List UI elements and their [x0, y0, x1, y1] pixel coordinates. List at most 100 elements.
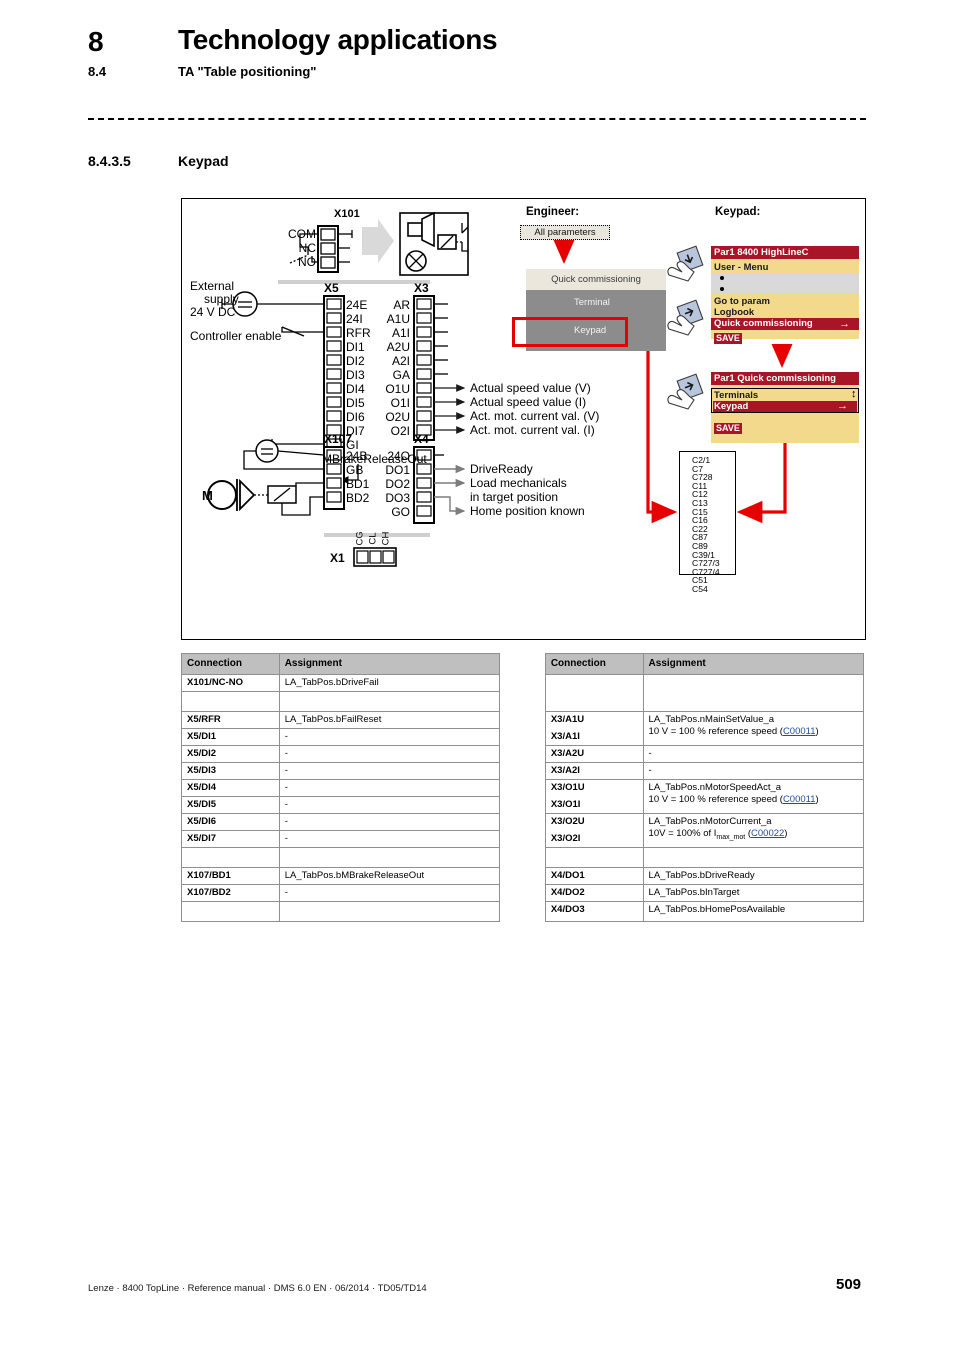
- x4-pin-24o: 24O: [387, 449, 410, 463]
- x3-pin-ar: AR: [393, 298, 410, 312]
- param-link[interactable]: C00022: [751, 828, 784, 839]
- scroll-updown-icon[interactable]: ↕: [851, 389, 857, 400]
- x107-pin-bd1: BD1: [346, 477, 370, 491]
- assignment-line-2: 10V = 100% of I: [648, 828, 717, 839]
- connection-assignment-table: Connection Assignment Connection Assignm…: [181, 653, 865, 922]
- cell-assignment: LA_TabPos.bHomePosAvailable: [642, 901, 865, 922]
- table-row: X5/DI6 - X3/O2U LA_TabPos.nMotorCurrent_…: [181, 813, 865, 848]
- terminal-label-x1: X1: [330, 551, 345, 565]
- keypad-screen1-highlighted-item[interactable]: Quick commissioning: [711, 318, 859, 330]
- terminal-label-x4: X4: [414, 432, 429, 446]
- cell-connection: X3/O2I: [544, 830, 644, 848]
- cell-connection: X3/A2U: [544, 745, 644, 763]
- keypad-screen2-item-terminals[interactable]: Terminals: [714, 390, 758, 401]
- x101-pin-no: NO: [298, 255, 316, 269]
- assignment-line-1: LA_TabPos.nMotorCurrent_a: [648, 816, 772, 827]
- keypad-screen2-arrow-icon: →: [837, 400, 848, 412]
- controller-enable-label: Controller enable: [190, 329, 282, 343]
- terminal-label-x5: X5: [324, 281, 339, 295]
- x1-pin-cl: CL: [367, 532, 379, 545]
- cell-connection: X3/A2I: [544, 762, 644, 780]
- hand-press-right-key-icon: [667, 299, 704, 336]
- cell-assignment: -: [278, 728, 501, 746]
- assignment-line-1: LA_TabPos.nMainSetValue_a: [648, 714, 775, 725]
- header-connection-left: Connection: [181, 653, 280, 675]
- cell-connection: X5/DI5: [181, 796, 280, 814]
- motor-symbol-label: M: [202, 488, 213, 503]
- cell-blank: [181, 847, 280, 868]
- external-supply-line-1: External: [190, 279, 235, 293]
- cell-assignment: [642, 674, 865, 712]
- cell-connection: X5/DI3: [181, 762, 280, 780]
- table-row: X5/DI2 - X3/A2U -: [181, 745, 865, 763]
- cell-blank: [278, 847, 501, 868]
- x5-pin-24i: 24I: [346, 312, 363, 326]
- x107-pin-24b: 24B: [346, 449, 368, 463]
- keypad-screen1-item-goto-param[interactable]: Go to param: [714, 296, 770, 307]
- terminal-label-x3: X3: [414, 281, 429, 295]
- x3-pin-a2u: A2U: [386, 340, 410, 354]
- keypad-screen2-highlighted-item[interactable]: Keypad: [713, 401, 857, 412]
- cell-connection: X107/BD2: [181, 884, 280, 902]
- chapter-title: Technology applications: [178, 24, 498, 55]
- keypad-screen-2: Par1 Quick commissioning Terminals Keypa…: [711, 372, 859, 443]
- keypad-bullet-2: [720, 287, 724, 291]
- x3-pin-o2u: O2U: [385, 410, 410, 424]
- figure-content: X101 COM NC NO External supply 24 V DC C…: [182, 199, 865, 639]
- cell-assignment: LA_TabPos.bMBrakeReleaseOut: [278, 867, 501, 885]
- cell-connection: X101/NC-NO: [181, 674, 280, 692]
- cell-assignment: LA_TabPos.bDriveReady: [642, 867, 865, 885]
- engineer-option-terminal[interactable]: Terminal: [526, 290, 666, 318]
- cell-connection: X107/BD1: [181, 867, 280, 885]
- x5-pin-di3: DI3: [346, 368, 365, 382]
- cell-assignment: -: [278, 745, 501, 763]
- footer-text: Lenze · 8400 TopLine · Reference manual …: [88, 1283, 427, 1294]
- chapter-number: 8: [88, 26, 104, 57]
- x107-pin-gb: GB: [346, 463, 364, 477]
- table-row: X107/BD1 LA_TabPos.bMBrakeReleaseOut X4/…: [181, 867, 865, 885]
- cell-connection: X4/DO3: [544, 901, 644, 922]
- hand-press-down-key-icon: [667, 245, 704, 282]
- keypad-screen1-save[interactable]: SAVE: [714, 333, 742, 344]
- x5-pin-di2: DI2: [346, 354, 365, 368]
- param-link[interactable]: C00011: [783, 794, 816, 805]
- cell-assignment: -: [278, 813, 501, 831]
- x101-pin-com: COM: [288, 227, 316, 241]
- x4-pin-go: GO: [391, 505, 410, 519]
- assignment-line-1: LA_TabPos.nMotorSpeedAct_a: [648, 782, 782, 793]
- cell-blank: [278, 691, 501, 712]
- digital-out-4: Home position known: [470, 504, 585, 518]
- table-row-blank: [181, 847, 865, 868]
- cell-assignment: LA_TabPos.nMotorCurrent_a 10V = 100% of …: [642, 813, 865, 848]
- param-code-2: C728: [692, 472, 713, 483]
- analog-out-4: Act. mot. current val. (I): [470, 423, 595, 437]
- cell-connection: X3/O1U: [544, 779, 644, 797]
- keypad-screen-1: Par1 8400 HighLineC User - Menu Go to pa…: [711, 246, 859, 344]
- x4-pin-do1: DO1: [385, 463, 410, 477]
- assignment-subscript: max_mot: [716, 833, 746, 841]
- keypad-screen2-save[interactable]: SAVE: [714, 423, 742, 434]
- x3-pin-ga: GA: [392, 368, 410, 382]
- param-link[interactable]: C00011: [783, 726, 816, 737]
- x3-pin-a2i: A2I: [391, 354, 410, 368]
- cell-connection: [544, 674, 644, 712]
- cell-assignment: -: [278, 884, 501, 902]
- cell-assignment: -: [278, 830, 501, 848]
- all-parameters-box[interactable]: All parameters: [520, 225, 610, 240]
- horizontal-divider: [88, 118, 866, 120]
- keypad-screen1-grey-region: [711, 274, 859, 294]
- cell-connection: X5/DI6: [181, 813, 280, 831]
- cell-connection: X5/DI1: [181, 728, 280, 746]
- cell-connection: X5/RFR: [181, 711, 280, 729]
- analog-out-2: Actual speed value (I): [470, 395, 587, 409]
- keypad-screen1-item-logbook[interactable]: Logbook: [714, 307, 754, 318]
- param-code-15: C54: [692, 583, 708, 594]
- x4-pin-do2: DO2: [385, 477, 410, 491]
- table-spacer: [500, 654, 545, 675]
- keypad-bullet-1: [720, 276, 724, 280]
- assignment-line-2: 10 V = 100 % reference speed (: [648, 726, 783, 737]
- subsection-number: 8.4.3.5: [88, 153, 131, 169]
- terminal-label-x107: X107: [324, 432, 353, 446]
- analog-out-1: Actual speed value (V): [470, 381, 591, 395]
- cell-connection: X5/DI4: [181, 779, 280, 797]
